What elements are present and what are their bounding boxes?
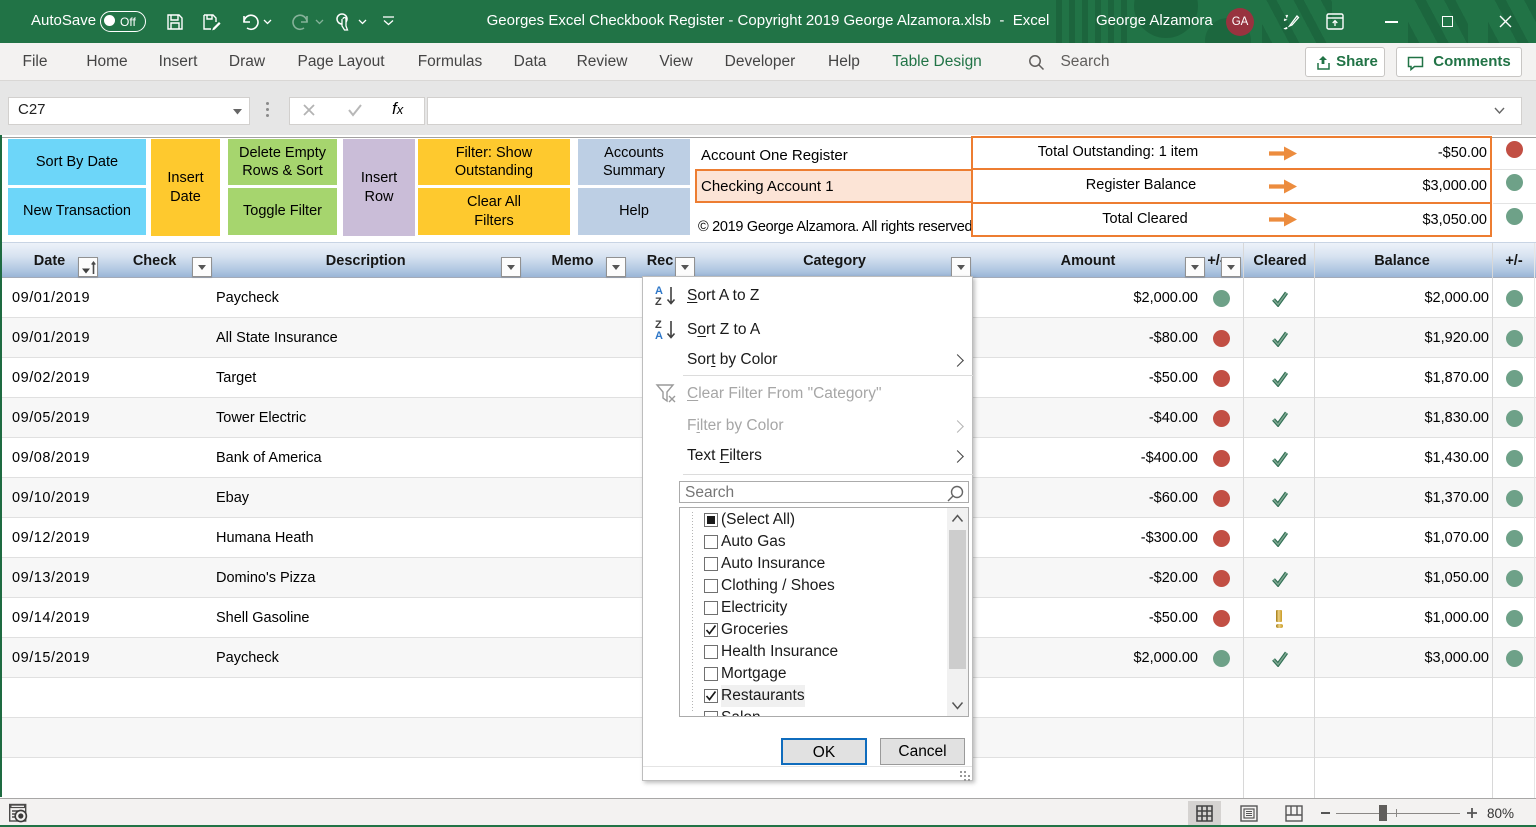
svg-text:Z: Z: [655, 296, 662, 308]
svg-text:A: A: [655, 330, 663, 342]
